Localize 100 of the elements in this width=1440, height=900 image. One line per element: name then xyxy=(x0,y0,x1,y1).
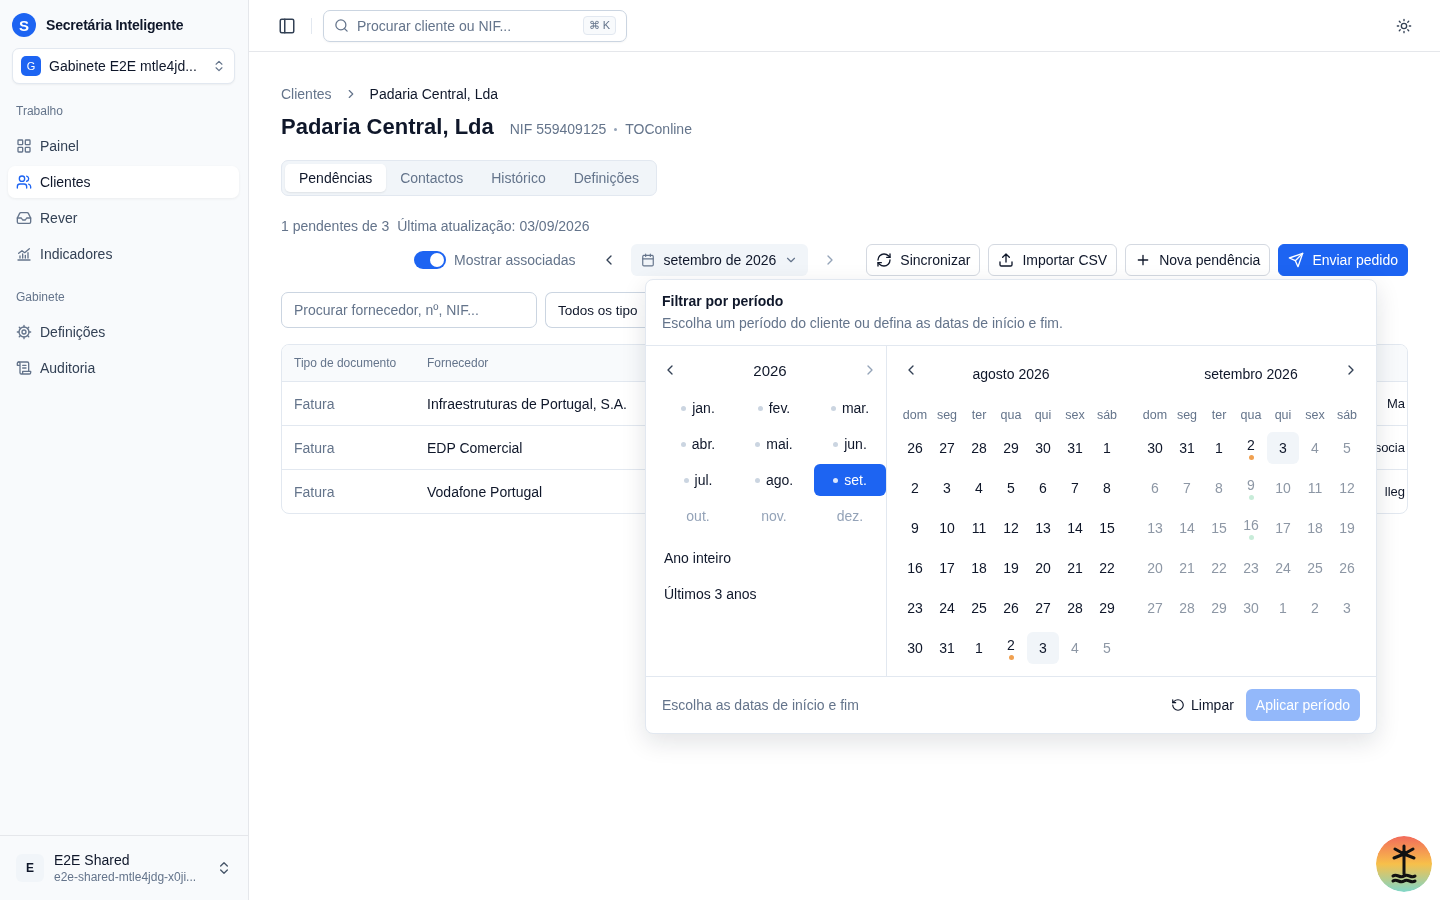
user-email: e2e-shared-mtle4jdg-x0ji... xyxy=(54,870,198,884)
toolbar-button[interactable]: Enviar pedido xyxy=(1278,244,1408,276)
calendar-day[interactable]: 3 xyxy=(1027,632,1059,664)
scroll-icon xyxy=(16,360,32,376)
calendar-day[interactable]: 20 xyxy=(1027,552,1059,584)
month-option[interactable]: jul. xyxy=(662,464,734,496)
calendar-day[interactable]: 13 xyxy=(1027,512,1059,544)
calendar-day[interactable]: 7 xyxy=(1059,472,1091,504)
toolbar-button[interactable]: Importar CSV xyxy=(988,244,1118,276)
sidebar-item[interactable]: Auditoria xyxy=(8,352,239,384)
calendar-day[interactable]: 1 xyxy=(963,632,995,664)
month-option[interactable]: jun. xyxy=(814,428,886,460)
calendar-day[interactable]: 28 xyxy=(963,432,995,464)
calendar-day[interactable]: 6 xyxy=(1027,472,1059,504)
calendar-day[interactable]: 5 xyxy=(995,472,1027,504)
calendar-day[interactable]: 19 xyxy=(995,552,1027,584)
table-cell-text: Fatura xyxy=(294,483,336,500)
period-button[interactable]: setembro de 2026 xyxy=(631,244,809,276)
pending-count: 1 pendentes de 3 xyxy=(281,218,390,234)
sidebar-item[interactable]: Indicadores xyxy=(8,238,239,270)
search-input[interactable]: Procurar cliente ou NIF... xyxy=(357,17,575,34)
month-title: setembro 2026 xyxy=(1204,366,1298,382)
weekday-label: seg xyxy=(935,408,959,422)
calendar-day[interactable]: 14 xyxy=(1059,512,1091,544)
palm-tree-avatar-icon[interactable] xyxy=(1376,836,1432,892)
calendar-day[interactable]: 3 xyxy=(931,472,963,504)
calendar-day[interactable]: 18 xyxy=(963,552,995,584)
sidebar-item[interactable]: Definições xyxy=(8,316,239,348)
month-option[interactable]: mar. xyxy=(814,392,886,424)
calendar-day[interactable]: 25 xyxy=(963,592,995,624)
calendar-day[interactable]: 30 xyxy=(1139,432,1171,464)
table-cell-text: Infraestruturas de Portugal, S.A. xyxy=(427,395,628,412)
sidebar-item[interactable]: Painel xyxy=(8,130,239,162)
calendar-day[interactable]: 9 xyxy=(899,512,931,544)
search-icon xyxy=(334,18,349,33)
preset-option[interactable]: Ano inteiro xyxy=(664,540,731,576)
calendar-day[interactable]: 27 xyxy=(931,432,963,464)
tab[interactable]: Contactos xyxy=(386,164,478,192)
calendar-day[interactable]: 30 xyxy=(1027,432,1059,464)
calendar-day[interactable]: 2 xyxy=(899,472,931,504)
calendar-day[interactable]: 12 xyxy=(995,512,1027,544)
month-option[interactable]: jan. xyxy=(662,392,734,424)
supplier-search-field[interactable]: Procurar fornecedor, nº, NIF... xyxy=(281,292,537,328)
month-option[interactable]: abr. xyxy=(662,428,734,460)
search-field[interactable]: Procurar cliente ou NIF... ⌘ K xyxy=(323,9,627,42)
calendar-day[interactable]: 21 xyxy=(1059,552,1091,584)
calendar-day[interactable]: 28 xyxy=(1059,592,1091,624)
calendar-day[interactable]: 30 xyxy=(899,632,931,664)
year-label: 2026 xyxy=(753,361,787,379)
month-option[interactable]: set. xyxy=(814,464,886,496)
tab[interactable]: Pendências xyxy=(285,164,387,192)
calendar-day[interactable]: 26 xyxy=(899,432,931,464)
calendar-day[interactable]: 2 xyxy=(1235,432,1267,464)
calendar-day[interactable]: 4 xyxy=(963,472,995,504)
calendar-day[interactable]: 11 xyxy=(963,512,995,544)
calendar-day[interactable]: 15 xyxy=(1091,512,1123,544)
toolbar-button[interactable]: Nova pendência xyxy=(1125,244,1271,276)
month-option[interactable]: fev. xyxy=(738,392,810,424)
calendar-day[interactable]: 26 xyxy=(995,592,1027,624)
calendar-day[interactable]: 8 xyxy=(1091,472,1123,504)
calendar-day[interactable]: 31 xyxy=(931,632,963,664)
calendar-day[interactable]: 29 xyxy=(995,432,1027,464)
calendar-day[interactable]: 3 xyxy=(1267,432,1299,464)
calendar-day[interactable]: 1 xyxy=(1091,432,1123,464)
calendar-day[interactable]: 29 xyxy=(1091,592,1123,624)
sidebar-toggle-icon xyxy=(278,16,296,35)
theme-toggle-button[interactable] xyxy=(1396,17,1412,34)
sidebar-item[interactable]: Rever xyxy=(8,202,239,234)
month-option[interactable]: mai. xyxy=(738,428,810,460)
calendar-day[interactable]: 1 xyxy=(1203,432,1235,464)
calendar-day[interactable]: 16 xyxy=(899,552,931,584)
settings-icon xyxy=(16,324,32,340)
clear-button[interactable]: Limpar xyxy=(1171,697,1234,713)
calendar-day[interactable]: 31 xyxy=(1171,432,1203,464)
calendar-day[interactable]: 17 xyxy=(931,552,963,584)
breadcrumb-link[interactable]: Clientes xyxy=(281,86,332,102)
toggle-switch[interactable] xyxy=(414,251,447,269)
tab[interactable]: Histórico xyxy=(477,164,560,192)
calendar-day[interactable]: 24 xyxy=(931,592,963,624)
month-option[interactable]: ago. xyxy=(738,464,810,496)
calendar-day[interactable]: 2 xyxy=(995,632,1027,664)
app-name: Secretária Inteligente xyxy=(46,17,184,33)
tab[interactable]: Definições xyxy=(559,164,654,192)
table-cell-text: Fatura xyxy=(294,439,336,456)
weekday-label: sex xyxy=(1304,408,1326,422)
calendar-day[interactable]: 22 xyxy=(1091,552,1123,584)
table-cell-text: lleg xyxy=(1384,484,1406,499)
send-icon xyxy=(1288,252,1305,268)
toolbar-button[interactable]: Sincronizar xyxy=(866,244,981,276)
workspace-select[interactable]: G Gabinete E2E mtle4jd... xyxy=(12,48,235,84)
client-source: TOConline xyxy=(625,121,692,137)
calendar-day[interactable]: 27 xyxy=(1027,592,1059,624)
column-header: Tipo de documento xyxy=(294,356,398,370)
table-cell-text: Fatura xyxy=(294,395,336,412)
sidebar-item[interactable]: Clientes xyxy=(8,166,239,198)
last-update: Última atualização: 03/09/2026 xyxy=(397,218,590,234)
preset-option[interactable]: Últimos 3 anos xyxy=(664,576,757,612)
calendar-day[interactable]: 23 xyxy=(899,592,931,624)
calendar-day[interactable]: 10 xyxy=(931,512,963,544)
calendar-day[interactable]: 31 xyxy=(1059,432,1091,464)
